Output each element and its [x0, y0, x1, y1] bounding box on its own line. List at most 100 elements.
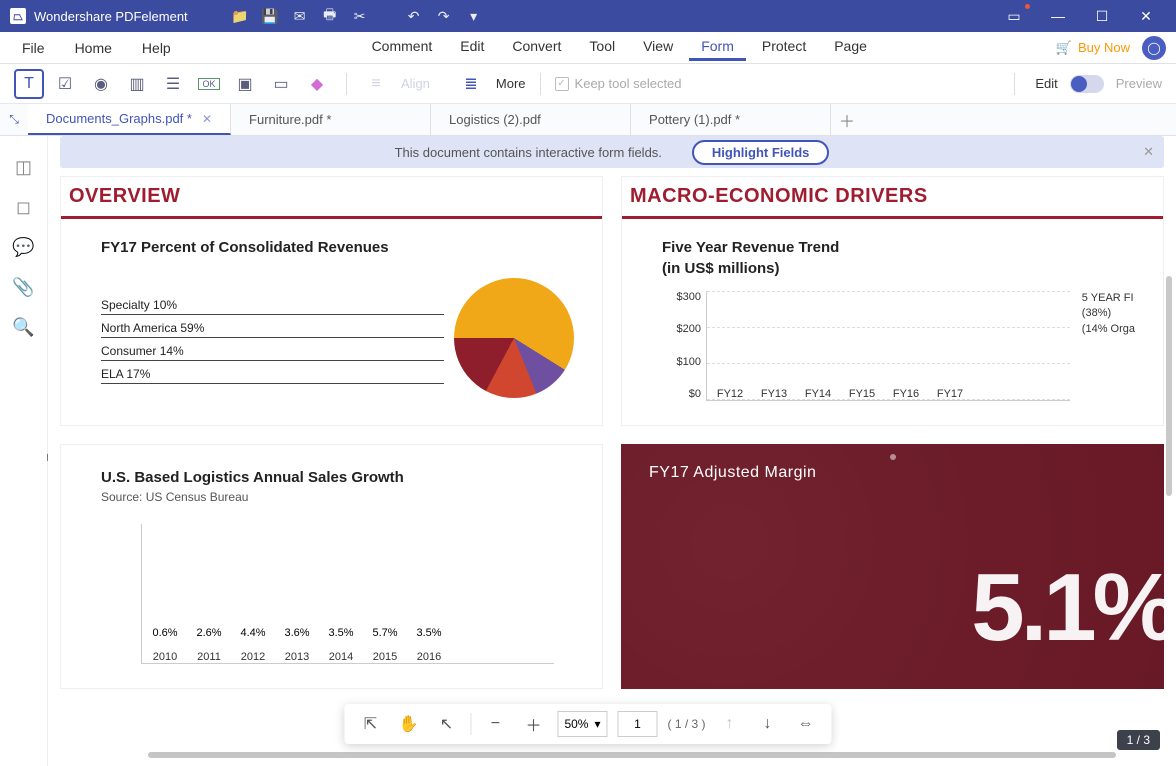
checkbox-tool[interactable]: ☑	[50, 69, 80, 99]
vertical-scrollbar[interactable]	[1166, 276, 1172, 496]
undo-icon[interactable]: ↶	[406, 8, 422, 24]
close-icon[interactable]: ✕	[202, 112, 212, 126]
page-down-icon[interactable]: ↓	[754, 710, 782, 738]
fit-width-icon[interactable]: ⇔	[792, 710, 820, 738]
page-up-icon[interactable]: ↑	[716, 710, 744, 738]
logistics-bar-chart: 0.6%20102.6%20114.4%20123.6%20133.5%2014…	[141, 524, 554, 664]
macro-chart-title-2: (in US$ millions)	[662, 260, 1135, 277]
eraser-tool[interactable]: ◆	[302, 69, 332, 99]
edit-preview-switch[interactable]	[1070, 75, 1104, 93]
attachments-icon[interactable]: 📎	[13, 276, 35, 298]
tab-furniture[interactable]: Furniture.pdf *	[231, 104, 431, 135]
combo-tool[interactable]: ▥	[122, 69, 152, 99]
comments-icon[interactable]: 💬	[13, 236, 35, 258]
menu-file[interactable]: File	[10, 36, 57, 60]
bar-column: FY13	[755, 380, 793, 400]
pie-legend: Specialty 10% North America 59% Consumer…	[101, 292, 444, 384]
select-tool-icon[interactable]: ↖	[432, 710, 460, 738]
menu-view[interactable]: View	[631, 34, 685, 61]
page-number-input[interactable]	[618, 711, 658, 737]
quick-access-toolbar: 📁 💾 ✉ 🖶 ✂ ↶ ↷ ▾	[232, 8, 482, 24]
fit-page-icon[interactable]: ⇱	[356, 710, 384, 738]
left-sidebar: ◫ ◻ 💬 📎 🔍	[0, 136, 48, 766]
dropdown-icon[interactable]: ▾	[466, 8, 482, 24]
preview-mode-label: Preview	[1116, 76, 1162, 91]
hand-tool-icon[interactable]: ✋	[394, 710, 422, 738]
tab-label: Furniture.pdf *	[249, 112, 331, 127]
bar-column: 4.4%2012	[234, 627, 272, 663]
list-tool[interactable]: ☰	[158, 69, 188, 99]
page-nav-toolbar: ⇱ ✋ ↖ − ＋ 50% ▾ ( 1 / 3 ) ↑ ↓ ⇔	[344, 704, 831, 744]
folder-icon[interactable]: 📁	[232, 8, 248, 24]
bar-column: FY16	[887, 380, 925, 400]
menu-convert[interactable]: Convert	[500, 34, 573, 61]
close-icon[interactable]: ✕	[1143, 144, 1154, 160]
tab-documents-graphs[interactable]: Documents_Graphs.pdf * ✕	[28, 104, 231, 135]
save-icon[interactable]: 💾	[262, 8, 278, 24]
menu-tool[interactable]: Tool	[577, 34, 627, 61]
overview-panel: OVERVIEW FY17 Percent of Consolidated Re…	[60, 176, 603, 426]
zoom-in-icon[interactable]: ＋	[519, 710, 547, 738]
more-label[interactable]: More	[496, 76, 526, 91]
horizontal-scrollbar[interactable]	[148, 752, 1116, 758]
margin-value: 5.1%	[971, 553, 1164, 663]
align-label: Align	[401, 76, 430, 91]
menu-edit[interactable]: Edit	[448, 34, 496, 61]
keep-tool-label: Keep tool selected	[575, 76, 682, 91]
macro-annotation: 5 YEAR FI (38%) (14% Orga	[1082, 291, 1135, 337]
tabs-overflow-icon[interactable]: ⤡	[0, 104, 28, 135]
zoom-select[interactable]: 50% ▾	[557, 711, 607, 737]
app-logo: ⏢	[10, 8, 26, 24]
buy-now-label: Buy Now	[1078, 40, 1130, 55]
ylabel: $200	[661, 323, 701, 335]
menu-page[interactable]: Page	[822, 34, 879, 61]
maximize-button[interactable]: ☐	[1082, 0, 1122, 32]
zoom-out-icon[interactable]: −	[481, 710, 509, 738]
new-tab-button[interactable]: ＋	[831, 104, 863, 135]
document-area[interactable]: OVERVIEW FY17 Percent of Consolidated Re…	[60, 176, 1164, 756]
tab-pottery[interactable]: Pottery (1).pdf *	[631, 104, 831, 135]
menu-protect[interactable]: Protect	[750, 34, 818, 61]
image-tool[interactable]: ▣	[230, 69, 260, 99]
overview-chart-title: FY17 Percent of Consolidated Revenues	[101, 239, 574, 256]
user-avatar[interactable]: ◯	[1142, 36, 1166, 60]
bar-column: FY15	[843, 380, 881, 400]
menu-help[interactable]: Help	[130, 36, 183, 60]
signature-tool[interactable]: ▭	[266, 69, 296, 99]
bar-column: 3.6%2013	[278, 627, 316, 663]
redo-icon[interactable]: ↷	[436, 8, 452, 24]
buy-now-button[interactable]: 🛒 Buy Now	[1056, 40, 1130, 56]
bar-column: 0.6%2010	[146, 627, 184, 663]
pie-chart	[454, 278, 574, 398]
text-field-tool[interactable]: T	[14, 69, 44, 99]
legend-item: Consumer 14%	[101, 338, 444, 361]
keep-tool-selected-toggle[interactable]: ✓ Keep tool selected	[555, 76, 682, 91]
print-icon[interactable]: 🖶	[322, 8, 338, 24]
mail-icon[interactable]: ✉	[292, 8, 308, 24]
button-tool[interactable]: OK	[194, 69, 224, 99]
bar-column: FY12	[711, 380, 749, 400]
menu-comment[interactable]: Comment	[360, 34, 445, 61]
more-icon[interactable]: ≣	[456, 69, 486, 99]
macro-title: MACRO-ECONOMIC DRIVERS	[622, 181, 1163, 212]
highlight-fields-button[interactable]: Highlight Fields	[692, 140, 830, 165]
menu-home[interactable]: Home	[63, 36, 124, 60]
tab-logistics[interactable]: Logistics (2).pdf	[431, 104, 631, 135]
macro-chart-title-1: Five Year Revenue Trend	[662, 239, 1135, 256]
form-toolbar: T ☑ ◉ ▥ ☰ OK ▣ ▭ ◆ ≡ Align ≣ More ✓ Keep…	[0, 64, 1176, 104]
align-icon[interactable]: ≡	[361, 69, 391, 99]
search-icon[interactable]: 🔍	[13, 316, 35, 338]
titlebar: ⏢ Wondershare PDFelement 📁 💾 ✉ 🖶 ✂ ↶ ↷ ▾…	[0, 0, 1176, 32]
thumbnails-icon[interactable]: ◫	[13, 156, 35, 178]
ylabel: $300	[661, 291, 701, 303]
notifications-icon[interactable]: ▭	[994, 0, 1034, 32]
edit-mode-label: Edit	[1035, 76, 1057, 91]
cut-icon[interactable]: ✂	[352, 8, 368, 24]
radio-tool[interactable]: ◉	[86, 69, 116, 99]
close-button[interactable]: ✕	[1126, 0, 1166, 32]
document-tabs: ⤡ Documents_Graphs.pdf * ✕ Furniture.pdf…	[0, 104, 1176, 136]
minimize-button[interactable]: —	[1038, 0, 1078, 32]
bookmark-icon[interactable]: ◻	[13, 196, 35, 218]
menu-form[interactable]: Form	[689, 34, 746, 61]
tab-label: Pottery (1).pdf *	[649, 112, 740, 127]
